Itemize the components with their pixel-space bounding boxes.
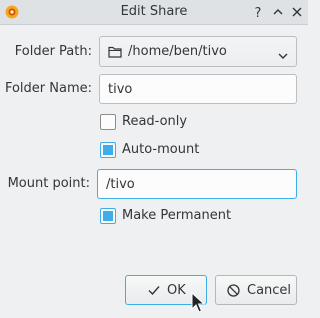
cancel-button-label: Cancel: [247, 283, 292, 298]
make-permanent-label[interactable]: Make Permanent: [122, 208, 231, 223]
folder-path-label: Folder Path:: [14, 44, 92, 59]
minimize-icon[interactable]: [270, 4, 286, 20]
read-only-checkbox[interactable]: [100, 114, 116, 130]
mount-point-value: /tivo: [106, 177, 135, 192]
checkmark-icon: [148, 284, 160, 300]
help-icon[interactable]: ?: [250, 4, 266, 20]
folder-icon: [108, 46, 122, 58]
make-permanent-checkbox[interactable]: [100, 208, 116, 224]
chevron-down-icon: [278, 49, 288, 64]
close-icon[interactable]: [289, 4, 305, 20]
cancel-icon: [227, 284, 240, 301]
folder-name-label: Folder Name:: [4, 81, 92, 96]
read-only-label[interactable]: Read-only: [122, 114, 187, 129]
folder-path-value: /home/ben/tivo: [128, 44, 227, 59]
mount-point-input[interactable]: /tivo: [97, 169, 297, 199]
mount-point-label: Mount point:: [7, 176, 90, 191]
folder-name-value: tivo: [108, 82, 133, 97]
mouse-pointer-icon: [191, 291, 206, 318]
cancel-button[interactable]: Cancel: [215, 275, 297, 305]
ok-button-label: OK: [167, 283, 186, 298]
folder-name-input[interactable]: tivo: [99, 74, 297, 104]
svg-text:?: ?: [255, 6, 262, 20]
auto-mount-checkbox[interactable]: [100, 142, 116, 158]
auto-mount-label[interactable]: Auto-mount: [122, 142, 199, 157]
folder-path-combobox[interactable]: /home/ben/tivo: [99, 36, 297, 67]
title-bar: Edit Share ?: [0, 0, 308, 25]
